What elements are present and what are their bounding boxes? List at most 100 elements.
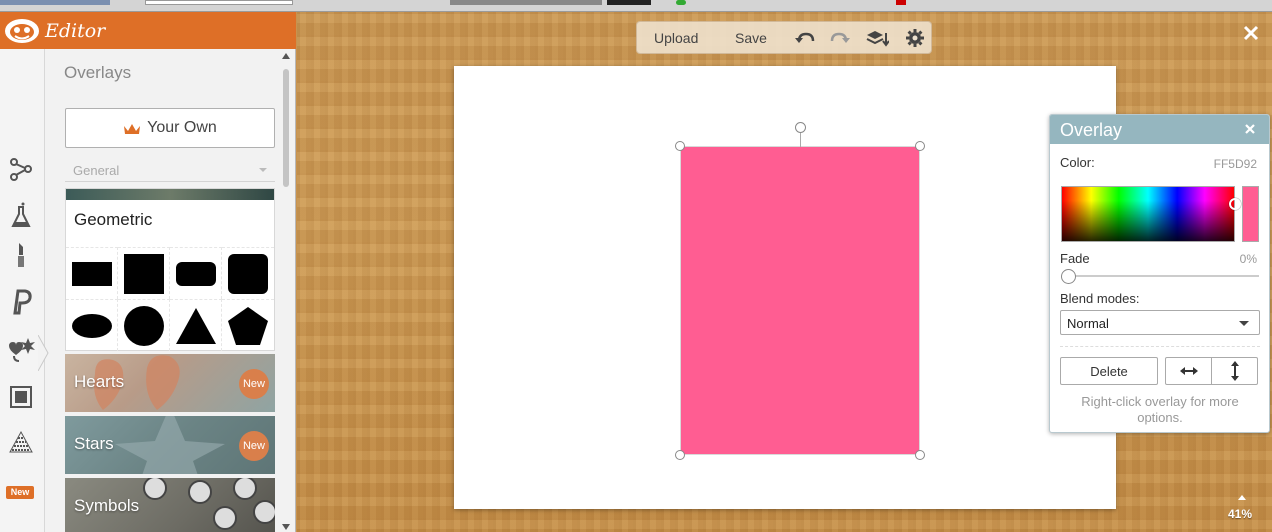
shape-square[interactable] [118,247,170,299]
chevron-down-icon [1239,321,1249,326]
sidebar: Editor New Overlays Your Own General Geo… [0,12,296,532]
scroll-down-arrow-icon[interactable] [282,524,290,530]
textures-new-badge: New [6,486,34,499]
frame-icon[interactable] [6,382,36,412]
browser-status-dot [676,0,686,5]
ellipse-icon [71,313,112,338]
active-tool-indicator [38,335,49,371]
scroll-up-arrow-icon[interactable] [282,53,290,59]
flip-horizontal-button[interactable] [1165,357,1212,385]
triangle-icon [175,307,216,344]
panel-divider [1060,346,1260,347]
shape-circle[interactable] [118,299,170,351]
tool-rail: New [0,49,49,532]
blend-mode-value: Normal [1067,316,1109,331]
symbols-thumbnail-icon [143,478,275,530]
top-toolbar: Upload Save [636,21,932,54]
upload-button[interactable]: Upload [654,30,698,46]
color-label: Color: [1060,155,1095,170]
color-picker-cursor[interactable] [1229,198,1241,210]
category-label: Symbols [74,496,140,515]
rounded-square-icon [228,253,268,294]
color-hex-value[interactable]: FF5D92 [1214,157,1257,171]
overlay-properties-panel: Overlay Color: FF5D92 Fade 0% Blend mode… [1049,114,1270,433]
rotate-handle-stem [800,132,801,147]
resize-handle-top-right[interactable] [915,141,925,151]
panel-hint-text: Right-click overlay for more options. [1081,394,1239,425]
category-label: Stars [74,434,114,453]
square-icon [123,253,164,294]
shape-triangle[interactable] [170,299,222,351]
overlay-category-select[interactable]: General [65,158,275,182]
flask-icon[interactable] [6,201,36,231]
flip-horizontal-icon [1179,367,1198,375]
sidebar-scrollbar[interactable] [280,49,292,532]
zoom-control[interactable]: 41% [1226,495,1260,525]
circle-icon [123,305,164,346]
browser-toolbar-strip [0,0,1272,12]
fade-label: Fade [1060,251,1090,266]
fade-value: 0% [1239,252,1257,266]
zoom-level: 41% [1228,507,1253,521]
new-badge: New [239,431,269,461]
wide-rectangle-icon [71,261,112,286]
scrollbar-thumb[interactable] [283,69,289,187]
lipstick-icon[interactable] [6,239,36,269]
resize-handle-top-left[interactable] [675,141,685,151]
rotate-handle[interactable] [795,122,806,133]
image-canvas[interactable] [454,66,1116,509]
gear-icon[interactable] [903,27,927,49]
resize-handle-bottom-left[interactable] [675,450,685,460]
browser-flag-fragment [896,0,906,5]
fade-slider-knob[interactable] [1061,269,1076,284]
color-spectrum-picker[interactable] [1061,186,1241,242]
flip-vertical-button[interactable] [1211,357,1258,385]
shape-wide-rectangle[interactable] [66,247,118,299]
panel-section-title: Overlays [64,63,132,82]
textures-icon[interactable] [6,426,36,456]
close-editor-icon[interactable] [1241,23,1261,43]
blend-mode-select[interactable]: Normal [1060,310,1260,335]
layers-icon[interactable] [865,27,889,49]
shape-rounded-square[interactable] [222,247,274,299]
panel-header: Overlay [1050,115,1269,144]
overlay-fill[interactable] [681,147,919,454]
category-tile-stars[interactable]: Stars New [65,416,275,474]
close-icon[interactable] [1243,122,1257,136]
redo-icon[interactable] [828,27,852,49]
blend-modes-label: Blend modes: [1060,291,1140,306]
flip-vertical-icon [1230,361,1239,381]
resize-handle-bottom-right[interactable] [915,450,925,460]
browser-address-fragment [145,0,293,5]
panel-title: Overlay [1060,120,1123,140]
fade-slider-track[interactable] [1068,275,1259,277]
browser-field-fragment [450,0,602,5]
app-title: Editor [45,20,106,42]
shape-pentagon[interactable] [222,299,274,351]
text-p-icon[interactable] [6,286,36,316]
save-button[interactable]: Save [735,30,767,46]
crown-icon [124,123,141,134]
picmonkey-logo-icon [5,19,39,43]
your-own-button[interactable]: Your Own [65,108,275,148]
geometric-title: Geometric [74,210,153,229]
rounded-rectangle-icon [175,261,216,286]
category-tile-symbols[interactable]: Symbols [65,478,275,532]
shape-ellipse[interactable] [66,299,118,351]
undo-icon[interactable] [793,27,817,49]
selected-overlay-shape[interactable] [675,122,925,460]
category-select-value: General [73,163,120,178]
zoom-expand-arrow-icon[interactable] [1238,495,1246,500]
current-color-swatch [1242,186,1259,242]
stars-thumbnail-icon [115,416,225,474]
category-tile-hearts[interactable]: Hearts New [65,354,275,412]
shape-rounded-rectangle[interactable] [170,247,222,299]
browser-tab-fragment [0,0,110,5]
effects-node-icon[interactable] [6,154,36,184]
pentagon-icon [228,306,268,345]
category-label: Hearts [74,372,125,391]
browser-button-fragment [607,0,651,5]
overlays-shapes-icon[interactable] [6,334,36,364]
delete-button[interactable]: Delete [1060,357,1158,385]
chevron-down-icon [259,168,267,172]
